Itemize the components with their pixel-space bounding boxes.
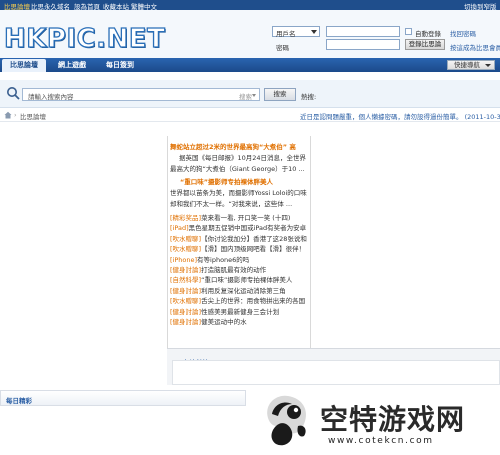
- list-item[interactable]: [健身討論]利用反复深化运动消除第三角: [170, 286, 308, 296]
- list-item-title[interactable]: 性感美男最新健身三会计划: [201, 308, 279, 316]
- list-item-title[interactable]: 菜来看一看, 开口笑一笑 (十四): [201, 214, 290, 222]
- list-item-tag[interactable]: [健身討論]: [170, 266, 201, 274]
- list-item[interactable]: [健身討論]性感美男最新健身三会计划: [170, 307, 308, 317]
- friend-links-content: [172, 360, 500, 385]
- thread-list: [精彩奖品]菜来看一看, 开口笑一笑 (十四) [iPad]黑色星期五促销中国或…: [170, 213, 308, 327]
- announcement-notice[interactable]: 近日是認問題嚴重，個人懶據密碼，請勿設得過份簡單。 (2011-10-3): [300, 111, 500, 121]
- list-item-tag[interactable]: [吹水贈聊]: [170, 245, 201, 253]
- list-item[interactable]: [健身討論]健美运动中的水: [170, 317, 308, 327]
- watermark-text: 空特游戏网: [320, 403, 466, 436]
- list-item-title[interactable]: 舌尖上的世界：用食物拼出来的各国: [201, 297, 305, 305]
- site-watermark: 空特游戏网 www.cotekcn.com: [258, 388, 500, 455]
- article-title[interactable]: 舞蛇站立超过2米的世界最高狗“大煮伯” 高: [170, 142, 308, 153]
- breadcrumb-current[interactable]: 比思論壇: [20, 111, 46, 121]
- auto-login-label: 自動登錄: [415, 30, 441, 38]
- chevron-down-icon: [485, 64, 491, 67]
- list-item-tag[interactable]: [健身討論]: [170, 318, 201, 326]
- list-item-title[interactable]: 【滑】国内顶级网吧看【滑】很伴！: [201, 245, 305, 253]
- site-header: HKPIC.NET 用戶名 自動登錄 找回密碼 密碼 登錄比思論 按這成為比思會…: [0, 10, 500, 60]
- password-label: 密碼: [276, 44, 289, 52]
- list-item[interactable]: [精彩奖品]菜来看一看, 开口笑一笑 (十四): [170, 213, 308, 223]
- daily-highlights-header: 每日精彩: [0, 390, 246, 406]
- list-item-title[interactable]: 【你讨论我加分】香港了这28张说和: [201, 235, 307, 243]
- article-summary: 据英国《每日邮报》10月24日消息，全世界最高大的狗“大煮伯（Giant Geo…: [170, 153, 308, 175]
- username-type-select[interactable]: 用戶名: [272, 26, 320, 38]
- chevron-down-icon: [311, 30, 317, 34]
- list-item-tag[interactable]: [健身討論]: [170, 308, 201, 316]
- article-summary-text: 据英国《每日邮报》10月24日消息，全世界最高大的狗“大煮伯（Giant Geo…: [170, 154, 307, 173]
- list-item-tag[interactable]: [iPad]: [170, 224, 189, 232]
- list-item-title[interactable]: 利用反复深化运动消除第三角: [201, 287, 286, 295]
- password-input[interactable]: [326, 39, 400, 50]
- watermark-url: www.cotekcn.com: [328, 436, 434, 446]
- list-item-tag[interactable]: [吹水贈聊]: [170, 297, 201, 305]
- search-placeholder: 請輸入搜索內容: [28, 93, 74, 101]
- username-input[interactable]: [326, 26, 400, 37]
- register-link[interactable]: 按這成為比思會員: [450, 42, 500, 52]
- top-strip: 比思論壇 比思永久域名 設為首頁 收藏本站 繁體中文 切換到窄版: [0, 0, 500, 11]
- list-item[interactable]: [吹水贈聊]舌尖上的世界：用食物拼出来的各国: [170, 296, 308, 306]
- list-item[interactable]: [自然科學]“重口味”摄影师专拍裸体胖美人: [170, 275, 308, 285]
- list-item-title[interactable]: 黑色星期五促销中国或iPad有奖者为安卓: [189, 224, 307, 232]
- game-controller-logo-icon: [267, 395, 307, 446]
- home-icon[interactable]: [4, 111, 12, 119]
- tab-online-games[interactable]: 網上遊戲: [50, 59, 94, 72]
- list-item[interactable]: [健身討論]打造脑肌最有效的动作: [170, 265, 308, 275]
- search-button[interactable]: 搜索: [264, 88, 296, 101]
- daily-highlights-label[interactable]: 每日精彩: [6, 395, 32, 405]
- list-item-title[interactable]: 健美运动中的水: [201, 318, 247, 326]
- column-divider-right: [310, 136, 311, 351]
- site-logo[interactable]: HKPIC.NET: [3, 23, 165, 54]
- main-nav: 比思論壇 網上遊戲 每日簽到 快捷導航: [0, 58, 500, 72]
- search-bar: 請輸入搜索內容 搜索 搜索 熱搜:: [0, 80, 500, 108]
- quick-nav-button[interactable]: 快捷導航: [447, 60, 495, 70]
- list-item-title[interactable]: 打造脑肌最有效的动作: [201, 266, 266, 274]
- breadcrumb-separator: ›: [14, 111, 17, 119]
- list-item-tag[interactable]: [自然科學]: [170, 276, 201, 284]
- list-item-tag[interactable]: [精彩奖品]: [170, 214, 201, 222]
- quick-nav-label: 快捷導航: [454, 61, 480, 69]
- article-summary-2: 世界都以苗条为美，而摄影师Yossi Loloi的口味却和我们不太一样。“对我来…: [170, 189, 307, 208]
- search-input[interactable]: 請輸入搜索內容 搜索: [22, 88, 260, 101]
- forgot-password-link[interactable]: 找回密碼: [450, 28, 476, 38]
- search-scope-select[interactable]: 搜索: [239, 91, 252, 101]
- chevron-down-icon: [252, 94, 256, 97]
- article-subtitle[interactable]: “重口味”摄影师专拍裸体胖美人: [170, 177, 308, 188]
- list-item[interactable]: [iPad]黑色星期五促销中国或iPad有奖者为安卓: [170, 223, 308, 233]
- list-item-title[interactable]: “重口味”摄影师专拍裸体胖美人: [201, 276, 292, 284]
- list-item[interactable]: [吹水贈聊]【滑】国内顶级网吧看【滑】很伴！: [170, 244, 308, 254]
- breadcrumb: › 比思論壇 近日是認問題嚴重，個人懶據密碼，請勿設得過份簡單。 (2011-1…: [0, 108, 500, 122]
- featured-articles: 舞蛇站立超过2米的世界最高狗“大煮伯” 高 据英国《每日邮报》10月24日消息，…: [170, 142, 308, 327]
- tab-forum[interactable]: 比思論壇: [2, 59, 46, 72]
- column-divider-left: [167, 136, 168, 351]
- list-item-tag[interactable]: [iPhone]: [170, 256, 197, 264]
- list-item[interactable]: [iPhone]有等iphone6的吗: [170, 255, 308, 265]
- list-item[interactable]: [吹水贈聊]【你讨论我加分】香港了这28张说和: [170, 234, 308, 244]
- list-item-tag[interactable]: [健身討論]: [170, 287, 201, 295]
- list-item-tag[interactable]: [吹水贈聊]: [170, 235, 201, 243]
- hot-search-label: 熱搜:: [301, 93, 317, 101]
- search-icon: [7, 87, 20, 100]
- list-item-title[interactable]: 有等iphone6的吗: [197, 256, 249, 264]
- login-button[interactable]: 登錄比思論: [405, 39, 445, 50]
- tab-daily-checkin[interactable]: 每日簽到: [98, 59, 142, 72]
- auto-login-checkbox[interactable]: [405, 28, 412, 35]
- username-select-label: 用戶名: [276, 30, 296, 38]
